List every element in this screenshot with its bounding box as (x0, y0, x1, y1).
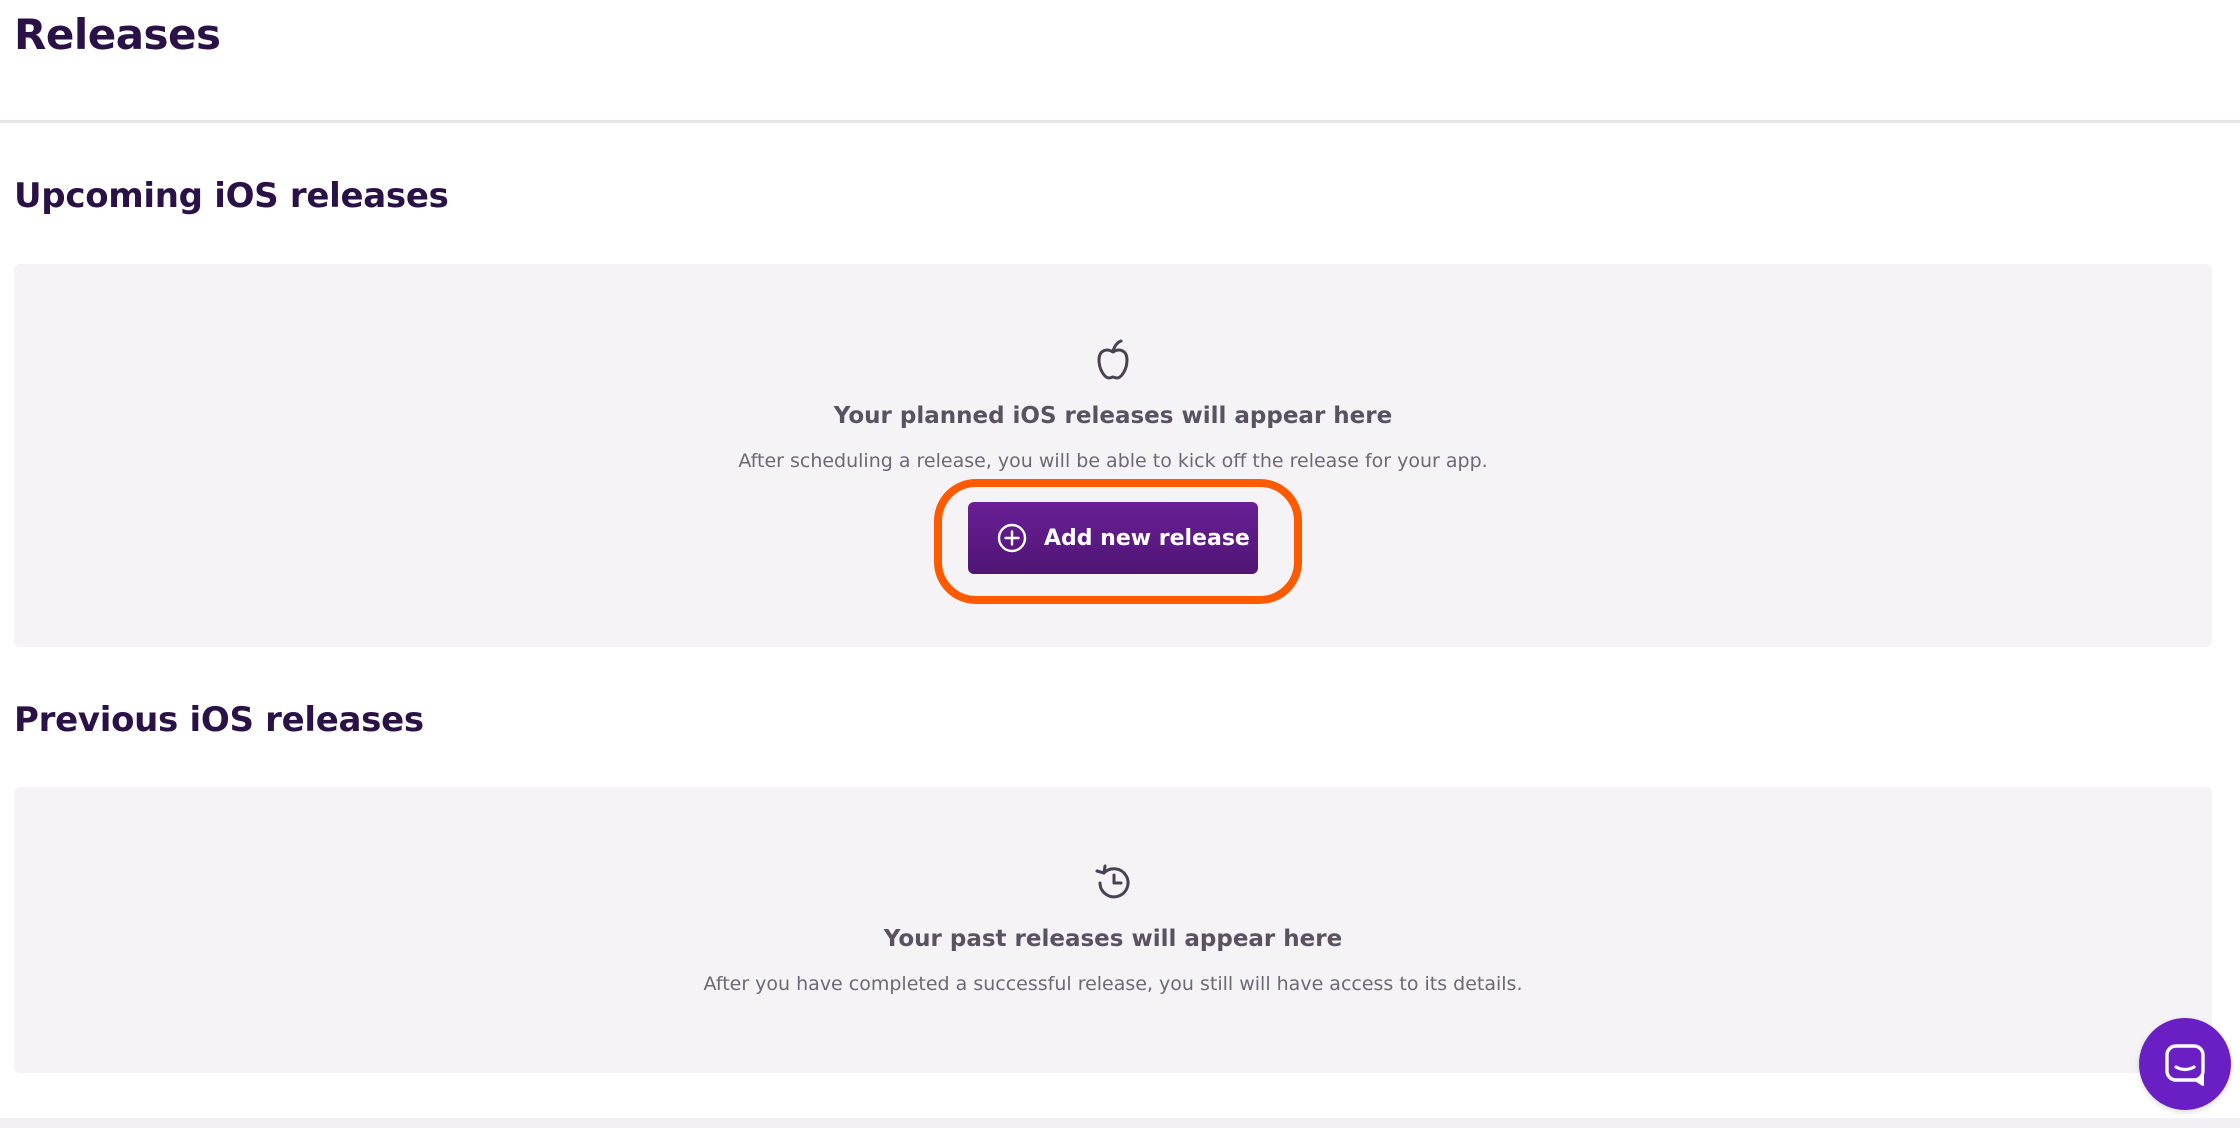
chat-icon (2165, 1044, 2205, 1086)
page-header: Releases (0, 0, 2240, 123)
previous-empty-title: Your past releases will appear here (883, 926, 1343, 952)
history-icon (1095, 864, 1130, 899)
upcoming-empty-title: Your planned iOS releases will appear he… (833, 403, 1393, 429)
previous-releases-panel: Your past releases will appear here Afte… (14, 787, 2212, 1073)
chat-launcher-button[interactable] (2139, 1018, 2231, 1110)
apple-icon (1097, 339, 1129, 380)
add-new-release-label: Add new release (1044, 525, 1250, 551)
upcoming-releases-heading: Upcoming iOS releases (14, 176, 449, 216)
add-new-release-button[interactable]: Add new release (968, 502, 1258, 574)
bottom-strip (0, 1118, 2240, 1128)
plus-circle-icon (997, 523, 1027, 553)
page-title: Releases (14, 10, 221, 59)
previous-empty-text: After you have completed a successful re… (703, 973, 1523, 995)
previous-releases-heading: Previous iOS releases (14, 700, 424, 740)
upcoming-empty-text: After scheduling a release, you will be … (738, 450, 1488, 472)
